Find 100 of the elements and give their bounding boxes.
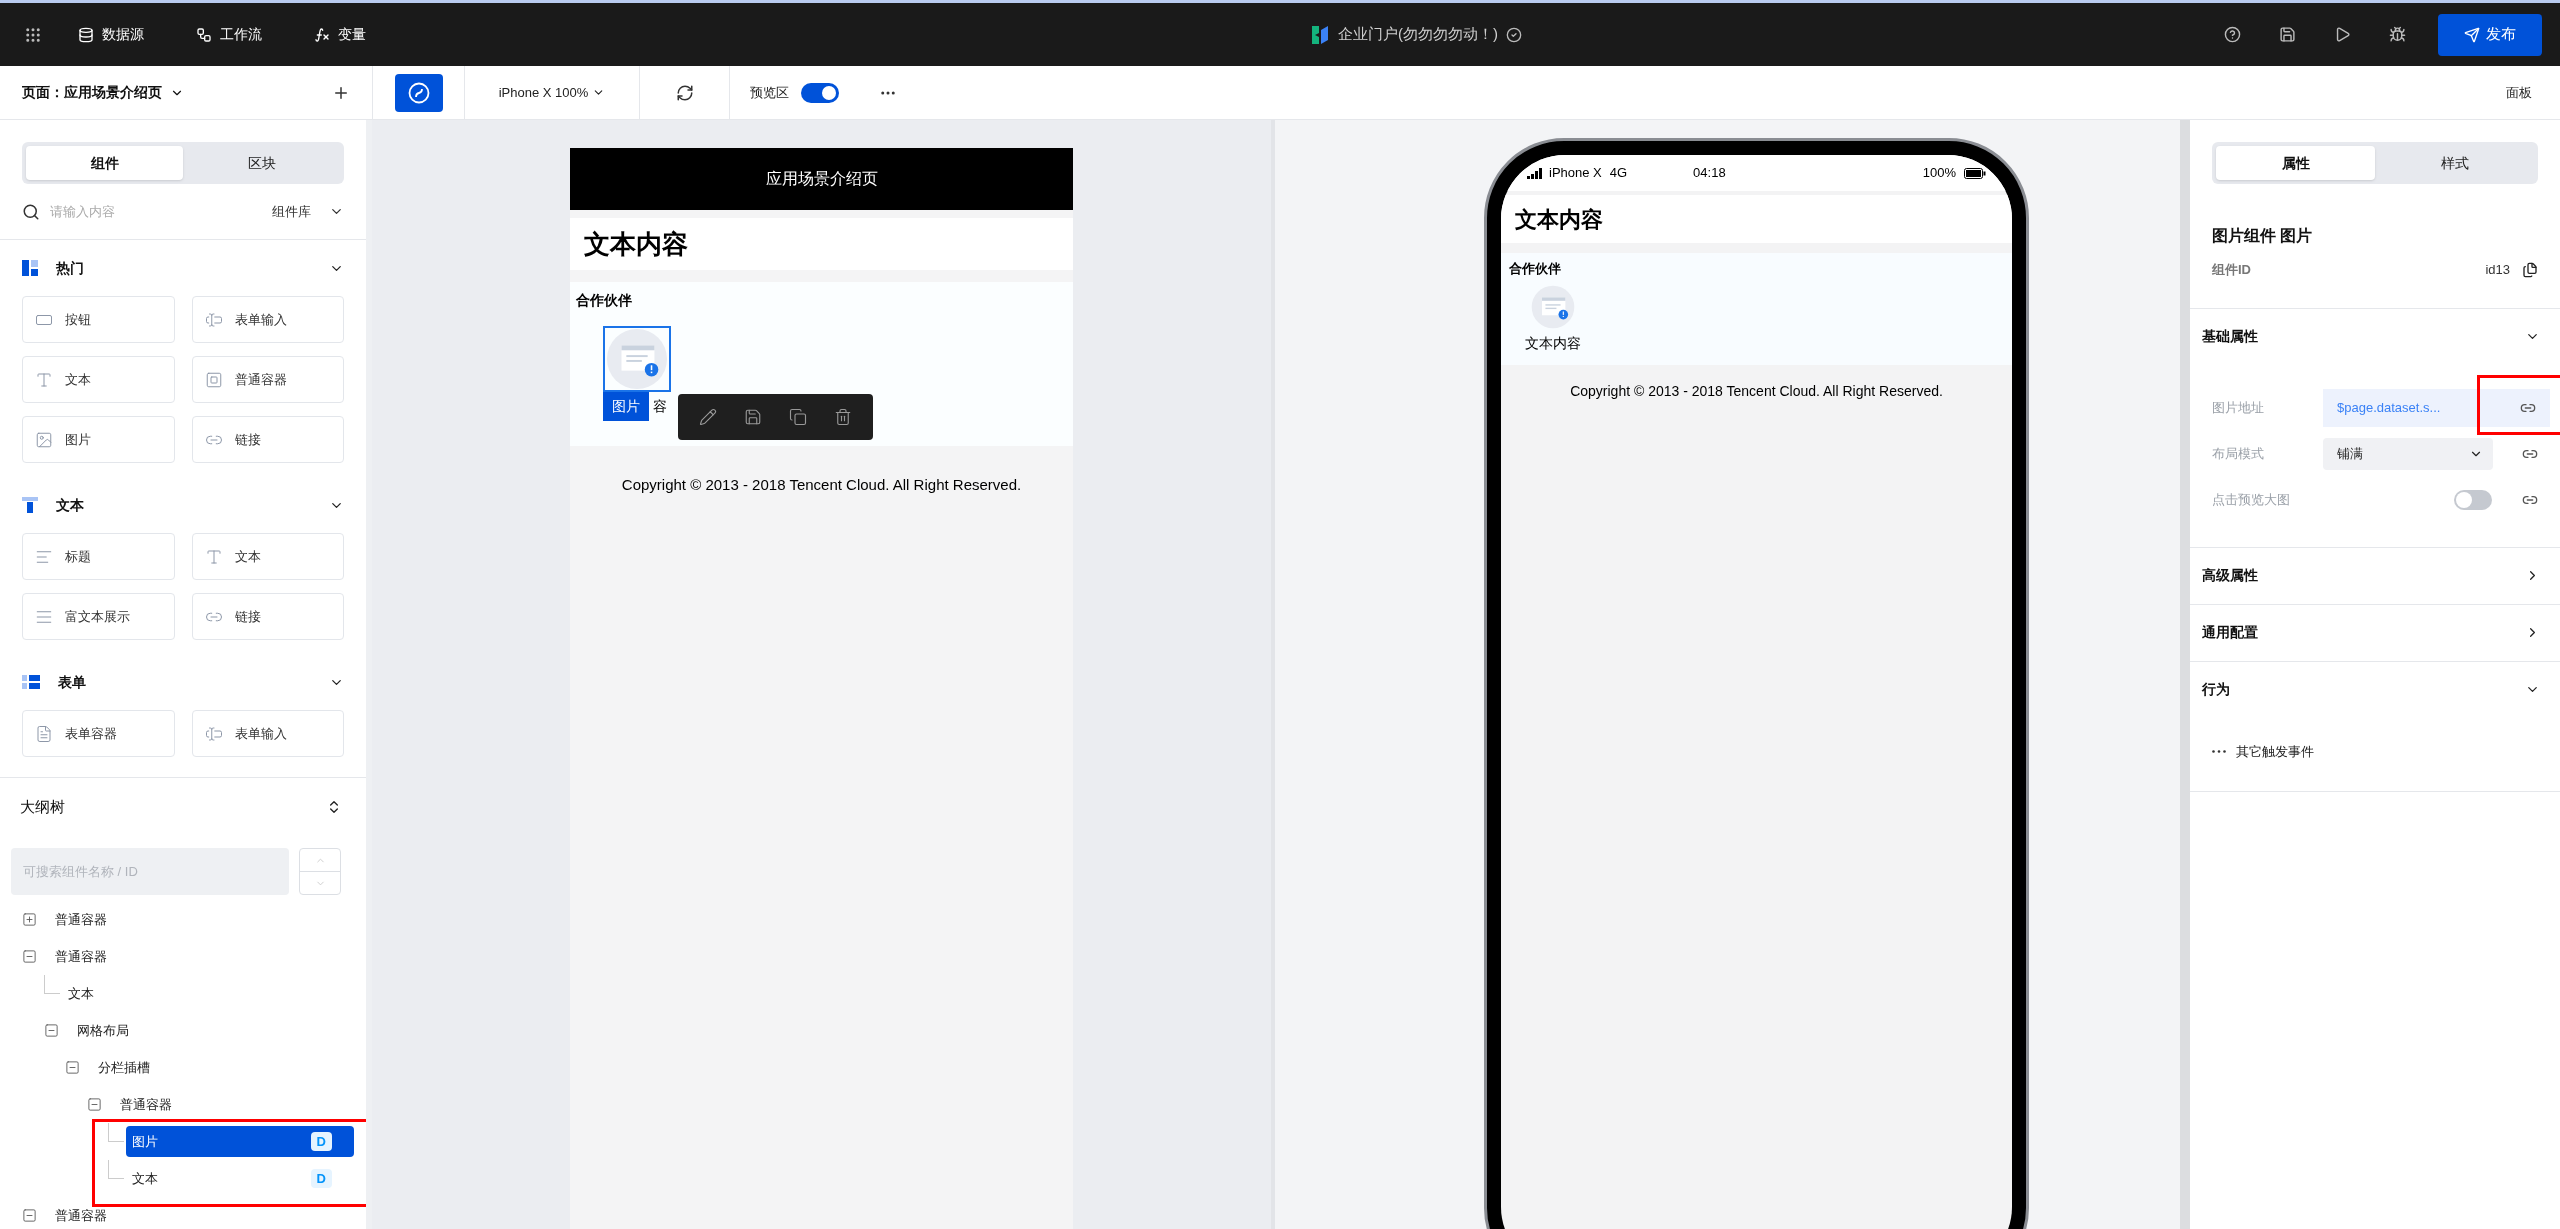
link-circle-icon [407, 81, 430, 104]
nav-item[interactable]: 数据源 [78, 24, 144, 45]
badge: D [310, 1131, 332, 1152]
section-title: 合作伙伴 [1508, 260, 1562, 278]
selected-image[interactable] [603, 326, 671, 392]
component-item[interactable]: 链接 [191, 593, 344, 640]
tab[interactable]: 区块 [183, 146, 340, 180]
image-icon [35, 430, 53, 449]
tree-item[interactable]: 普通容器 [49, 904, 354, 935]
section-title: 行为 [2202, 680, 2231, 699]
library-selector[interactable]: 组件库 [272, 201, 344, 222]
text-icon [204, 547, 223, 566]
check-icon [1506, 26, 1522, 43]
footer-text: Copyright © 2013 - 2018 Tencent Cloud. All Right Reserved. [620, 475, 1023, 495]
page-selector[interactable]: 页面：应用场景介绍页 [22, 82, 184, 103]
section-title: 合作伙伴 [575, 291, 633, 310]
function-icon [314, 26, 330, 43]
time-text: 04:18 [1693, 164, 1726, 183]
component-title: 图片组件 图片 [2211, 226, 2314, 246]
tree-item-label: 普通容器 [55, 947, 108, 966]
network-text: 4G [1609, 164, 1628, 183]
tree-item[interactable]: 网格布局 [70, 1015, 354, 1046]
input-icon [204, 310, 223, 329]
send-icon [2464, 26, 2480, 43]
tab[interactable]: 属性 [2216, 146, 2375, 180]
device-selector[interactable]: iPhone X 100% [498, 82, 606, 103]
play-icon[interactable] [2334, 26, 2351, 43]
logo-icon [1310, 25, 1330, 44]
save-icon[interactable] [744, 408, 763, 426]
component-item[interactable]: 富文本展示 [22, 593, 175, 640]
image-placeholder-icon [1531, 284, 1575, 329]
field-label: 图片地址 [2212, 398, 2265, 417]
apps-icon[interactable] [24, 25, 42, 44]
component-item[interactable]: 表单输入 [191, 296, 344, 343]
carrier-text: iPhone X [1549, 164, 1602, 183]
tree-item[interactable]: 普通容器 [113, 1089, 354, 1120]
search-field[interactable]: 请输入内容 [50, 201, 262, 222]
section-title: 通用配置 [2202, 623, 2259, 642]
copy-icon[interactable] [788, 408, 807, 426]
badge: D [310, 1168, 332, 1189]
component-item[interactable]: 表单输入 [191, 710, 344, 757]
container-icon [204, 370, 223, 389]
outline-search-field[interactable]: 可搜索组件名称 / ID [11, 848, 289, 895]
binding-value: $page.dataset.s... [2337, 398, 2442, 417]
event-item[interactable]: 其它触发事件 [2212, 741, 2314, 761]
form-icon [35, 724, 53, 743]
caption-text: 文本内容 [1525, 333, 1581, 353]
publish-button[interactable]: 发布 [2438, 13, 2542, 56]
component-item[interactable]: 文本 [22, 356, 175, 403]
refresh-icon[interactable] [675, 83, 694, 102]
toggle-switch[interactable] [2454, 489, 2492, 510]
text-icon [22, 497, 38, 513]
tree-connector [43, 975, 60, 994]
tab[interactable]: 样式 [2375, 146, 2534, 180]
edit-icon[interactable] [699, 408, 718, 426]
preview-toggle[interactable] [801, 82, 839, 103]
panel-button[interactable]: 面板 [2506, 82, 2532, 103]
nav-item[interactable]: 工作流 [196, 24, 262, 45]
nav-item[interactable]: 变量 [314, 24, 366, 45]
component-item[interactable]: 图片 [22, 416, 175, 463]
app-button[interactable] [394, 73, 443, 112]
heading-text: 文本内容 [1515, 205, 1603, 234]
component-item[interactable]: 链接 [191, 416, 344, 463]
tree-item-label: 普通容器 [55, 1206, 108, 1225]
tree-connector [108, 1123, 124, 1142]
copy-icon[interactable] [2522, 261, 2538, 278]
layout-icon [22, 260, 38, 276]
more-icon [2212, 749, 2226, 753]
section-title: 表单 [58, 672, 87, 692]
help-icon[interactable] [2224, 26, 2241, 43]
tree-item-label: 文本 [67, 984, 95, 1003]
component-item[interactable]: 标题 [22, 533, 175, 580]
tree-item[interactable]: 分栏插槽 [92, 1052, 354, 1083]
text-icon [35, 370, 53, 389]
tree-item[interactable]: 普通容器 [49, 941, 354, 972]
bug-icon[interactable] [2389, 26, 2406, 43]
tree-item-label: 普通容器 [55, 910, 108, 929]
section-title: 热门 [56, 258, 85, 278]
tree-connector [108, 1160, 124, 1179]
component-item[interactable]: 按钮 [22, 296, 175, 343]
select-field[interactable]: 铺满 [2323, 437, 2493, 470]
tree-item[interactable]: 普通容器 [49, 1200, 354, 1229]
image-placeholder-icon [606, 328, 668, 390]
delete-icon[interactable] [833, 408, 852, 426]
tree-item[interactable]: 文本 [61, 978, 354, 1009]
outline-title: 大纲树 [20, 796, 66, 817]
tab[interactable]: 组件 [26, 146, 183, 180]
component-item[interactable]: 普通容器 [191, 356, 344, 403]
page-header: 应用场景介绍页 [570, 148, 1073, 210]
tree-item[interactable]: 图片 D [126, 1126, 354, 1157]
preview-label: 预览区 [750, 83, 789, 102]
component-item[interactable]: 表单容器 [22, 710, 175, 757]
list-icon [22, 675, 40, 689]
component-item[interactable]: 文本 [191, 533, 344, 580]
tree-item[interactable]: 文本 D [126, 1163, 354, 1194]
save-icon[interactable] [2279, 26, 2296, 43]
tree-item-label: 文本 [132, 1169, 159, 1188]
field-label: 布局模式 [2212, 444, 2265, 463]
tree-item-label: 分栏插槽 [98, 1058, 151, 1077]
footer-text: Copyright © 2013 - 2018 Tencent Cloud. All Right Reserved. [1569, 382, 1944, 401]
